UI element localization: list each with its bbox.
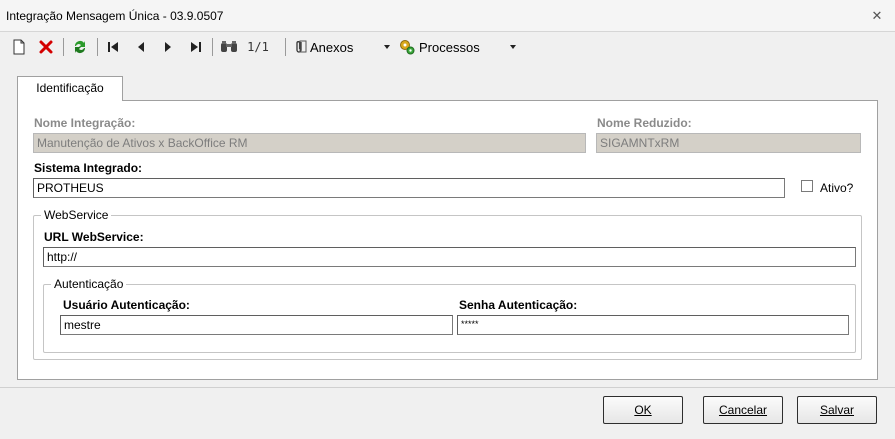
gears-icon	[400, 40, 415, 55]
processos-button[interactable]: Processos	[398, 37, 498, 57]
autenticacao-legend: Autenticação	[51, 277, 127, 291]
usuario-autenticacao-field[interactable]: mestre	[60, 315, 453, 335]
refresh-icon[interactable]	[70, 37, 90, 57]
cancel-button[interactable]: Cancelar	[703, 396, 783, 424]
ok-button[interactable]: OK	[603, 396, 683, 424]
next-record-icon[interactable]	[160, 37, 176, 57]
tab-identificacao[interactable]: Identificação	[17, 76, 123, 101]
first-record-icon[interactable]	[105, 37, 121, 57]
sistema-integrado-field[interactable]: PROTHEUS	[33, 178, 785, 198]
toolbar-separator	[212, 38, 213, 56]
usuario-autenticacao-label: Usuário Autenticação:	[63, 298, 190, 312]
processos-dropdown-icon[interactable]	[507, 37, 519, 57]
delete-icon[interactable]	[37, 37, 55, 57]
search-binoculars-icon[interactable]	[219, 37, 239, 57]
footer-divider	[0, 387, 895, 388]
previous-record-icon[interactable]	[133, 37, 149, 57]
last-record-icon[interactable]	[188, 37, 204, 57]
toolbar-separator	[97, 38, 98, 56]
toolbar-separator	[285, 38, 286, 56]
toolbar: 1/1 Anexos Processos	[0, 33, 895, 61]
senha-autenticacao-label: Senha Autenticação:	[459, 298, 578, 312]
title-bar: Integração Mensagem Única - 03.9.0507 ✕	[0, 0, 895, 32]
webservice-legend: WebService	[41, 208, 112, 222]
window-title: Integração Mensagem Única - 03.9.0507	[6, 9, 224, 23]
close-icon[interactable]: ✕	[869, 8, 885, 24]
nome-integracao-field: Manutenção de Ativos x BackOffice RM	[33, 133, 586, 153]
save-button[interactable]: Salvar	[797, 396, 877, 424]
url-webservice-field[interactable]: http://	[43, 247, 856, 267]
ativo-label: Ativo?	[820, 181, 854, 195]
anexos-label: Anexos	[310, 39, 354, 55]
ativo-checkbox[interactable]	[801, 180, 813, 192]
nome-reduzido-field: SIGAMNTxRM	[596, 133, 861, 153]
sistema-integrado-label: Sistema Integrado:	[34, 161, 143, 175]
nome-integracao-label: Nome Integração:	[34, 116, 136, 130]
nome-reduzido-label: Nome Reduzido:	[597, 116, 692, 130]
anexos-button[interactable]: Anexos	[291, 37, 371, 57]
url-webservice-label: URL WebService:	[44, 230, 144, 244]
paperclip-icon	[296, 40, 307, 53]
new-document-icon[interactable]	[10, 37, 28, 57]
toolbar-separator	[63, 38, 64, 56]
senha-autenticacao-field[interactable]: *****	[457, 315, 849, 335]
anexos-dropdown-icon[interactable]	[381, 37, 393, 57]
processos-label: Processos	[419, 39, 480, 55]
record-position: 1/1	[247, 40, 269, 54]
